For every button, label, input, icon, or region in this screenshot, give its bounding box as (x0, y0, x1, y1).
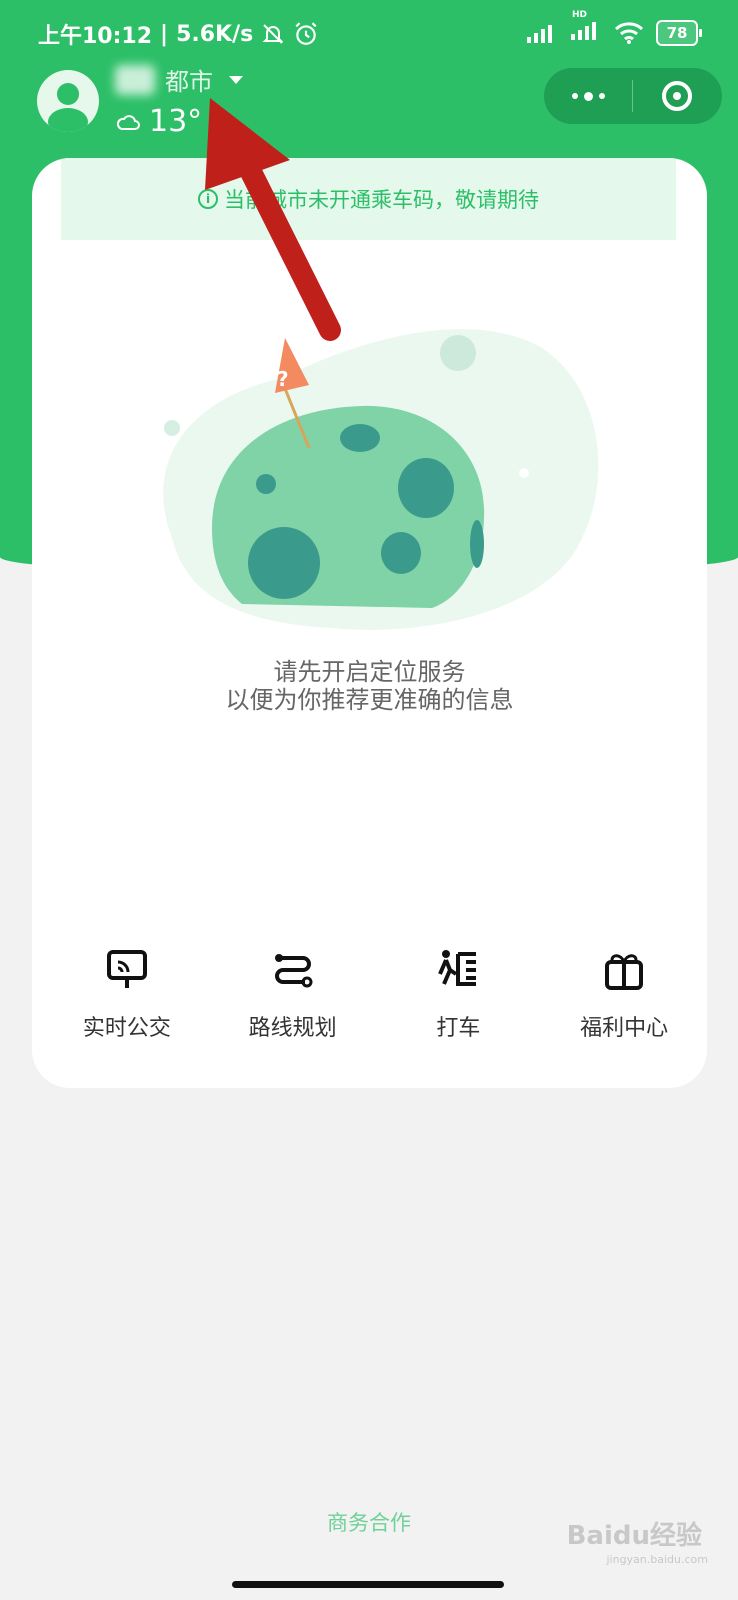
shortcut-label: 实时公交 (82, 1016, 171, 1041)
mini-program-capsule (544, 68, 722, 124)
shortcut-label: 打车 (436, 1016, 481, 1041)
bell-muted-icon (262, 24, 284, 44)
svg-text:?: ? (277, 367, 289, 391)
temperature: 13° (149, 104, 203, 139)
notice-text: 当前城市未开通乘车码，敬请期待 (224, 188, 539, 212)
alarm-icon (295, 22, 317, 45)
status-separator: | (160, 21, 169, 47)
shortcut-label: 路线规划 (248, 1016, 337, 1041)
message-line-2: 以便为你推荐更准确的信息 (225, 686, 514, 714)
gift-icon (605, 954, 644, 990)
home-indicator[interactable] (232, 1581, 504, 1588)
notice-banner: i 当前城市未开通乘车码，敬请期待 (61, 158, 676, 240)
cloud-icon (116, 114, 140, 130)
more-dot-center (583, 91, 593, 101)
hd-signal: HD (570, 10, 602, 48)
shortcut-grid: 实时公交 路线规划 打车 福利中心 (32, 948, 707, 1042)
avatar[interactable] (37, 70, 99, 132)
dropdown-triangle-icon (229, 75, 243, 84)
bus-sign-icon (106, 950, 147, 988)
more-dot-right (598, 93, 605, 99)
shortcut-realtime-bus[interactable]: 实时公交 (44, 948, 210, 1042)
close-button[interactable] (633, 68, 721, 124)
route-icon (274, 954, 313, 988)
taxi-person-icon (438, 950, 477, 986)
hd-label: HD (572, 10, 588, 20)
user-icon (48, 83, 88, 132)
battery-level: 78 (666, 24, 688, 42)
status-time: 上午10:12 (38, 24, 153, 49)
shortcut-welfare-center[interactable]: 福利中心 (541, 948, 707, 1042)
status-right: HD 78 (526, 10, 702, 48)
target-close-icon (662, 81, 692, 111)
city-name-blurred (115, 64, 155, 95)
planet-illustration: ? (163, 329, 599, 630)
app-screen: 上午10:12 | 5.6K/s HD 78 都市 13° i 当前城市未开通乘… (0, 0, 738, 1600)
signal-icon (527, 25, 552, 43)
baidu-watermark-url: jingyan.baidu.com (606, 1553, 708, 1566)
battery-indicator: 78 (656, 20, 702, 46)
status-left: 上午10:12 | 5.6K/s (38, 18, 319, 50)
shortcut-label: 福利中心 (580, 1016, 669, 1041)
city-selector[interactable]: 都市 (115, 62, 243, 97)
message-line-1: 请先开启定位服务 (273, 658, 466, 686)
target-center (673, 92, 681, 100)
baidu-watermark: Baidu经验 (566, 1521, 702, 1551)
main-card: i 当前城市未开通乘车码，敬请期待 ? 请先开启定位服务 以便为你推荐更准确的信… (32, 158, 707, 1088)
shortcut-route-plan[interactable]: 路线规划 (210, 948, 376, 1042)
signal-hd-icon (571, 22, 596, 40)
more-dots-icon (571, 93, 578, 99)
city-name: 都市 (165, 68, 213, 96)
wifi-icon (614, 22, 644, 44)
weather-info: 13° (115, 104, 202, 139)
status-bar: 上午10:12 | 5.6K/s HD 78 (0, 0, 738, 64)
info-icon: i (198, 189, 218, 209)
shortcut-taxi[interactable]: 打车 (376, 948, 542, 1042)
more-button[interactable] (544, 68, 632, 124)
status-net-speed: 5.6K/s (176, 21, 254, 47)
location-message: 请先开启定位服务 以便为你推荐更准确的信息 (32, 658, 707, 714)
